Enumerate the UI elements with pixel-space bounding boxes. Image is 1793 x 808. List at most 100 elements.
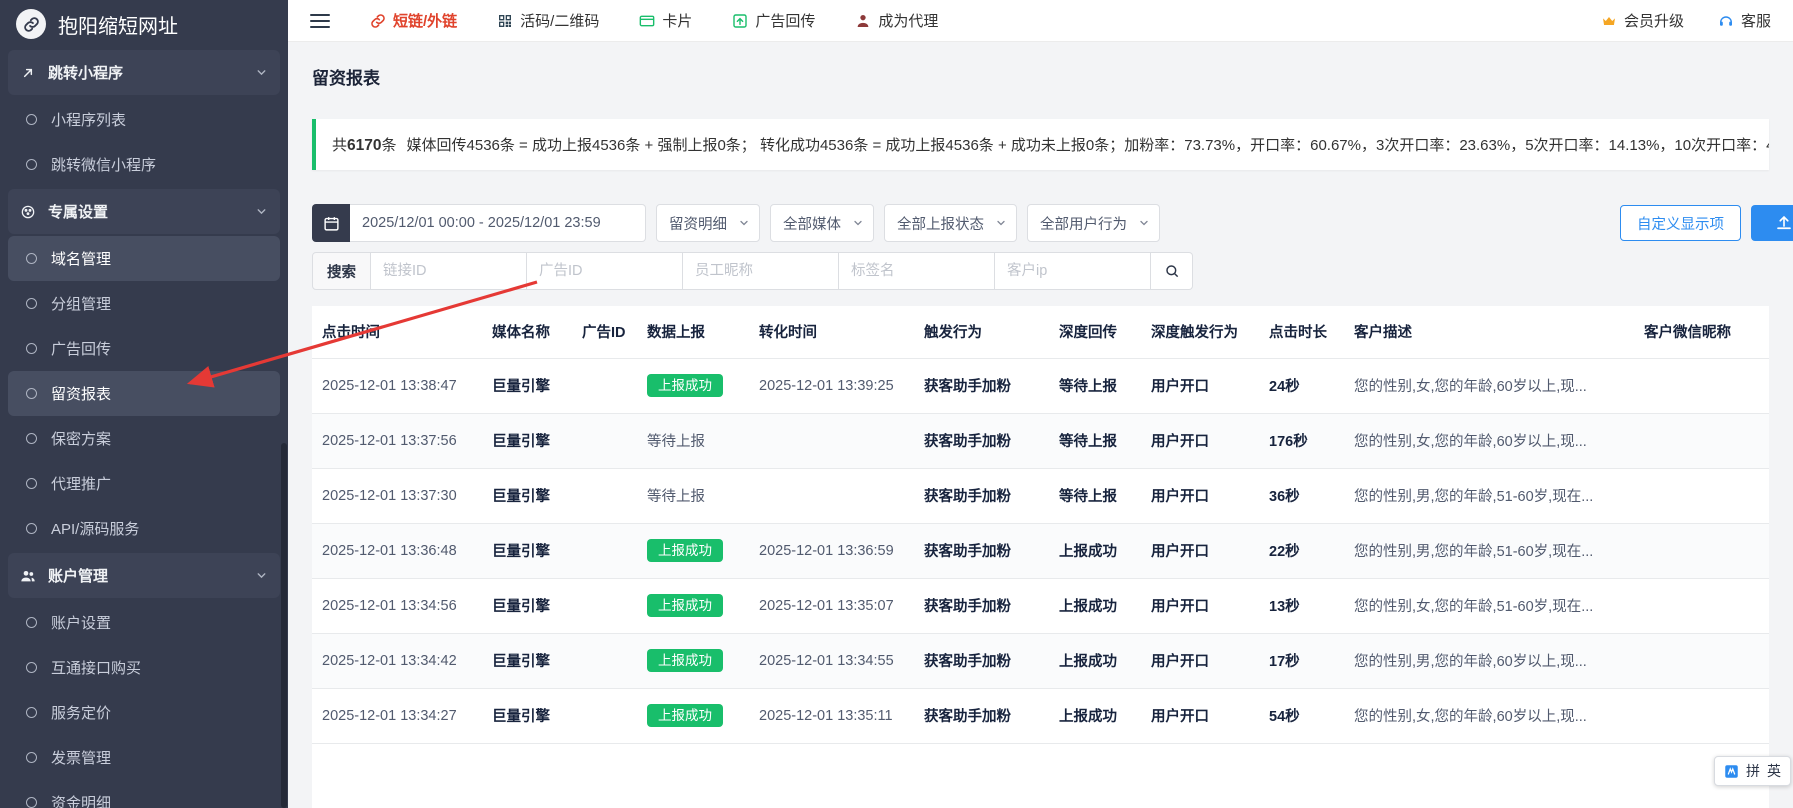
search-field-2[interactable] bbox=[527, 252, 683, 290]
sidebar-item[interactable]: 资金明细 bbox=[8, 780, 280, 808]
cell-click-time: 2025-12-01 13:36:48 bbox=[312, 523, 482, 578]
column-header: 点击时长 bbox=[1259, 306, 1344, 358]
customize-columns-button[interactable]: 自定义显示项 bbox=[1620, 205, 1741, 241]
status-badge: 上报成功 bbox=[647, 594, 723, 618]
search-field-1[interactable] bbox=[371, 252, 527, 290]
circle-icon bbox=[26, 388, 37, 399]
filter-select-3[interactable]: 全部上报状态 bbox=[884, 204, 1017, 242]
nav-item-label: 广告回传 bbox=[755, 10, 815, 31]
summary-total: 6170 bbox=[347, 137, 381, 154]
cell-deep-trigger: 用户开口 bbox=[1141, 523, 1259, 578]
qr-icon bbox=[497, 13, 513, 29]
status-badge: 上报成功 bbox=[647, 704, 723, 728]
sidebar-item[interactable]: 小程序列表 bbox=[8, 97, 280, 142]
nav-item[interactable]: 活码/二维码 bbox=[497, 10, 599, 31]
nav-item[interactable]: 短链/外链 bbox=[370, 10, 457, 31]
cell-media: 巨量引擎 bbox=[482, 578, 572, 633]
nav-right-group: 会员升级 客服 bbox=[1601, 10, 1771, 31]
search-field-4[interactable] bbox=[839, 252, 995, 290]
search-button[interactable] bbox=[1151, 252, 1193, 290]
cell-trigger: 获客助手加粉 bbox=[914, 633, 1049, 688]
sidebar-item[interactable]: 广告回传 bbox=[8, 326, 280, 371]
sidebar-item-label: 资金明细 bbox=[51, 792, 111, 808]
cell-tag bbox=[1764, 578, 1769, 633]
sidebar-section-label: 跳转小程序 bbox=[48, 62, 123, 83]
sidebar-item[interactable]: API/源码服务 bbox=[8, 506, 280, 551]
select-value: 全部用户行为 bbox=[1040, 213, 1127, 234]
sidebar-section-1[interactable]: 跳转小程序 bbox=[8, 50, 280, 95]
filter-select-2[interactable]: 全部媒体 bbox=[770, 204, 874, 242]
calendar-icon[interactable] bbox=[312, 204, 350, 242]
sidebar-section-label: 账户管理 bbox=[48, 565, 108, 586]
cell-click-time: 2025-12-01 13:37:30 bbox=[312, 468, 482, 523]
sidebar-item[interactable]: 留资报表 bbox=[8, 371, 280, 416]
sidebar-section-2[interactable]: 专属设置 bbox=[8, 189, 280, 234]
cell-wechat bbox=[1634, 633, 1764, 688]
circle-icon bbox=[26, 298, 37, 309]
sidebar-item[interactable]: 跳转微信小程序 bbox=[8, 142, 280, 187]
export-button[interactable] bbox=[1751, 205, 1793, 241]
sidebar-item[interactable]: 域名管理 bbox=[8, 236, 280, 281]
cell-report: 上报成功 bbox=[637, 578, 749, 633]
circle-icon bbox=[26, 662, 37, 673]
main-area: 短链/外链活码/二维码卡片广告回传成为代理 会员升级客服 留资报表 共6170条… bbox=[288, 0, 1793, 808]
summary-bar: 共6170条媒体回传4536条 = 成功上报4536条 + 强制上报0条； 转化… bbox=[312, 119, 1769, 170]
search-icon bbox=[1164, 263, 1180, 279]
ime-english-toggle[interactable]: 英 bbox=[1767, 761, 1781, 781]
cell-ad-id bbox=[572, 578, 637, 633]
search-field-5[interactable] bbox=[995, 252, 1151, 290]
sidebar-item-label: 代理推广 bbox=[51, 473, 111, 494]
filter-select-4[interactable]: 全部用户行为 bbox=[1027, 204, 1160, 242]
cell-report: 上报成功 bbox=[637, 523, 749, 578]
sidebar: 抱阳缩短网址 跳转小程序小程序列表跳转微信小程序专属设置域名管理分组管理广告回传… bbox=[0, 0, 288, 808]
search-inputs bbox=[371, 252, 1151, 290]
sidebar-item[interactable]: 账户设置 bbox=[8, 600, 280, 645]
cell-duration: 54秒 bbox=[1259, 688, 1344, 743]
sidebar-item[interactable]: 发票管理 bbox=[8, 735, 280, 780]
nav-item-label: 活码/二维码 bbox=[520, 10, 599, 31]
circle-icon bbox=[26, 159, 37, 170]
select-value: 全部媒体 bbox=[783, 213, 841, 234]
date-range-input[interactable] bbox=[350, 204, 646, 242]
cell-media: 巨量引擎 bbox=[482, 633, 572, 688]
nav-item[interactable]: 广告回传 bbox=[732, 10, 815, 31]
ime-pinyin-toggle[interactable]: 拼 bbox=[1746, 761, 1760, 781]
sidebar-item-label: 账户设置 bbox=[51, 612, 111, 633]
circle-icon bbox=[26, 433, 37, 444]
circle-icon bbox=[26, 523, 37, 534]
summary-detail: 媒体回传4536条 = 成功上报4536条 + 强制上报0条； 转化成功4536… bbox=[407, 137, 1769, 154]
sidebar-item[interactable]: 服务定价 bbox=[8, 690, 280, 735]
column-header: 媒体名称 bbox=[482, 306, 572, 358]
summary-prefix: 共 bbox=[332, 137, 347, 154]
nav-item[interactable]: 客服 bbox=[1718, 10, 1771, 31]
sidebar-section-3[interactable]: 账户管理 bbox=[8, 553, 280, 598]
top-navbar: 短链/外链 活码/二维码 卡片 广告回传 成为代理 会员升级 客服 bbox=[288, 0, 1793, 42]
nav-item[interactable]: 成为代理 bbox=[855, 10, 938, 31]
sidebar-item[interactable]: 互通接口购买 bbox=[8, 645, 280, 690]
column-header: 广告ID bbox=[572, 306, 637, 358]
users-icon bbox=[20, 568, 36, 584]
app-logo[interactable]: 抱阳缩短网址 bbox=[0, 0, 288, 48]
cell-ad-id bbox=[572, 688, 637, 743]
cell-click-time: 2025-12-01 13:34:56 bbox=[312, 578, 482, 633]
sidebar-item[interactable]: 保密方案 bbox=[8, 416, 280, 461]
column-header: 客户微信昵称 bbox=[1634, 306, 1764, 358]
sidebar-item-label: 广告回传 bbox=[51, 338, 111, 359]
sidebar-scrollbar[interactable] bbox=[281, 443, 287, 808]
cell-desc: 您的性别,女,您的年龄,60岁以上,现... bbox=[1344, 688, 1634, 743]
cell-desc: 您的性别,女,您的年龄,60岁以上,现... bbox=[1344, 358, 1634, 413]
filter-select-1[interactable]: 留资明细 bbox=[656, 204, 760, 242]
headset-icon bbox=[1718, 13, 1734, 29]
sidebar-item[interactable]: 分组管理 bbox=[8, 281, 280, 326]
cell-wechat bbox=[1634, 468, 1764, 523]
chevron-down-icon bbox=[1138, 217, 1150, 229]
cell-wechat bbox=[1634, 358, 1764, 413]
cell-tag bbox=[1764, 633, 1769, 688]
cell-trigger: 获客助手加粉 bbox=[914, 413, 1049, 468]
hamburger-menu-icon[interactable] bbox=[310, 14, 330, 28]
sidebar-item[interactable]: 代理推广 bbox=[8, 461, 280, 506]
nav-item[interactable]: 卡片 bbox=[639, 10, 692, 31]
search-field-3[interactable] bbox=[683, 252, 839, 290]
cell-tag bbox=[1764, 523, 1769, 578]
nav-item[interactable]: 会员升级 bbox=[1601, 10, 1684, 31]
